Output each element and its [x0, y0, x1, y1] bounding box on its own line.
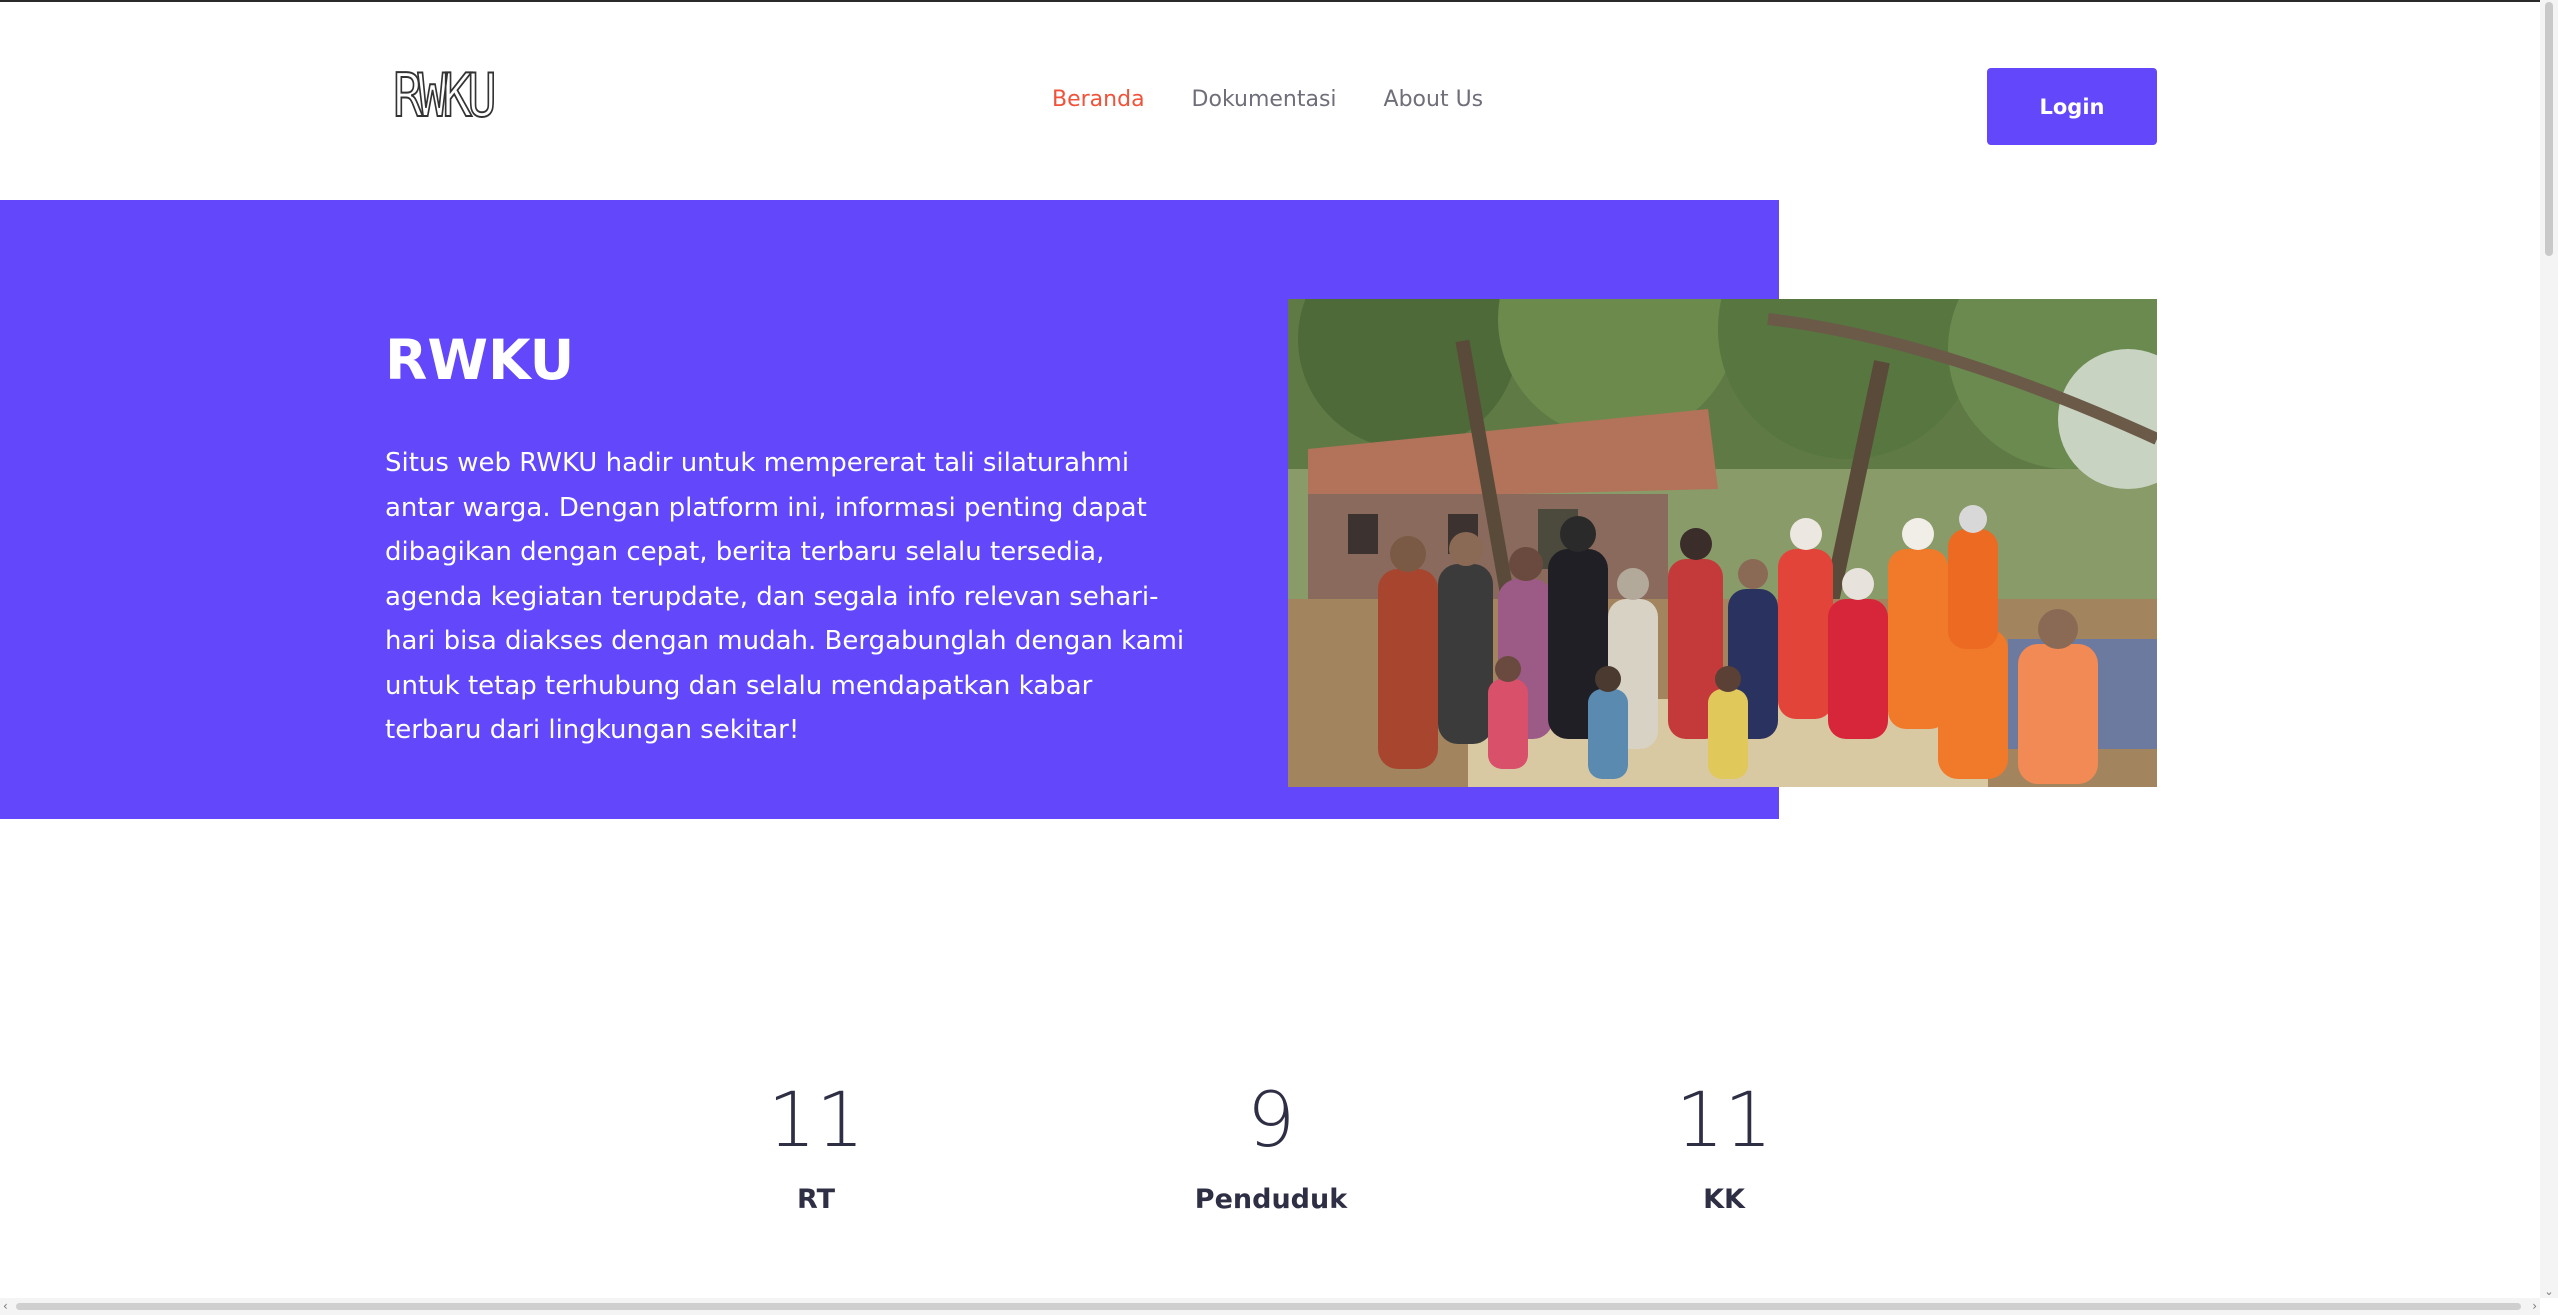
scroll-left-icon[interactable]: ‹	[3, 1299, 8, 1313]
hero-description: Situs web RWKU hadir untuk mempererat ta…	[385, 448, 1185, 745]
stat-penduduk: 9 Penduduk	[1121, 1068, 1421, 1220]
stat-rt-value: 11	[767, 1075, 865, 1164]
stat-kk: 11 KK	[1574, 1068, 1874, 1220]
hero-title: RWKU	[385, 328, 575, 392]
nav-item-beranda[interactable]: Beranda	[1052, 84, 1145, 116]
vertical-scrollbar[interactable]: ⌄	[2540, 0, 2558, 1298]
main-nav: Beranda Dokumentasi About Us	[1052, 84, 1483, 116]
stat-rt-label: RT	[797, 1184, 835, 1215]
community-photo	[1288, 299, 2157, 787]
scroll-down-icon[interactable]: ⌄	[2544, 1285, 2554, 1298]
horizontal-scrollbar[interactable]: ‹ ›	[0, 1298, 2540, 1315]
stat-kk-label: KK	[1703, 1184, 1745, 1215]
nav-item-about-us[interactable]: About Us	[1384, 84, 1484, 116]
stat-penduduk-value: 9	[1246, 1075, 1296, 1164]
scroll-right-icon[interactable]: ›	[2532, 1299, 2537, 1313]
window-top-border	[0, 0, 2558, 2]
nav-item-dokumentasi[interactable]: Dokumentasi	[1192, 84, 1337, 116]
stat-rt: 11 RT	[666, 1068, 966, 1220]
stat-kk-value: 11	[1675, 1075, 1773, 1164]
login-button[interactable]: Login	[1987, 68, 2157, 145]
site-logo[interactable]: RWKU	[392, 63, 497, 129]
stat-penduduk-label: Penduduk	[1194, 1184, 1348, 1215]
horizontal-scrollbar-thumb[interactable]	[16, 1303, 2521, 1310]
vertical-scrollbar-thumb[interactable]	[2545, 2, 2553, 256]
